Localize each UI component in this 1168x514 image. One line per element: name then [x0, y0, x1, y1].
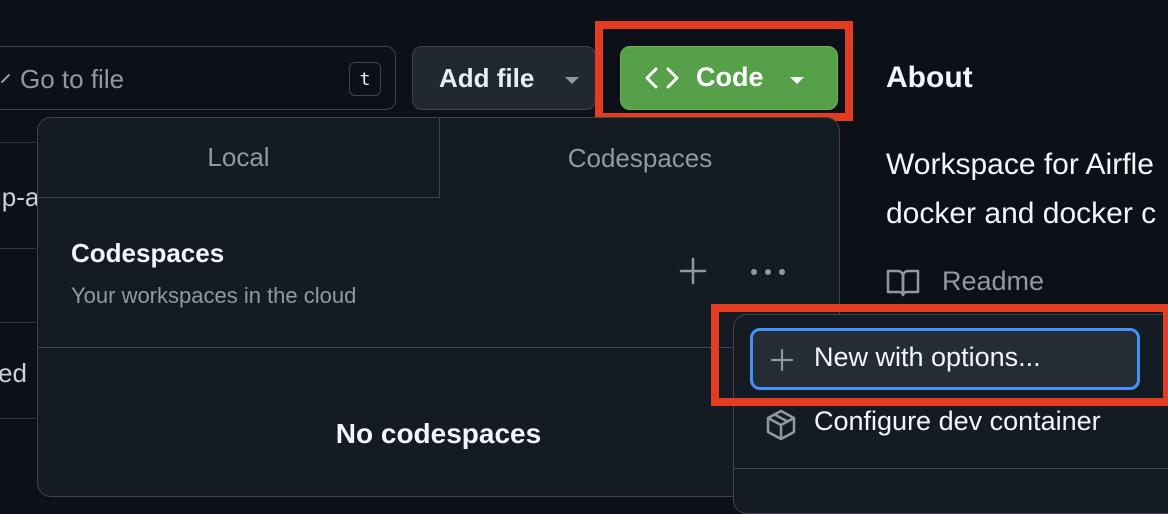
background-divider [0, 418, 36, 419]
background-divider [0, 322, 36, 323]
empty-state-title: No codespaces [335, 418, 542, 449]
add-file-label: Add file [439, 62, 535, 93]
codespaces-section-title: Codespaces [71, 238, 225, 268]
readme-link[interactable]: Readme [942, 266, 1044, 297]
menu-divider [734, 468, 1168, 469]
background-divider [0, 142, 36, 143]
about-description: Workspace for Airfle docker and docker c [886, 148, 1157, 230]
background-divider [0, 248, 36, 249]
chevron-down-icon [565, 77, 579, 84]
branch-fragment-text: ip-a [0, 182, 40, 212]
keyboard-shortcut-hint: t [349, 62, 381, 96]
about-heading: About [886, 61, 973, 94]
status-fragment-text: ed [0, 358, 27, 388]
book-icon [886, 269, 920, 297]
more-options-icon[interactable] [748, 266, 788, 278]
tab-local[interactable]: Local [38, 118, 440, 198]
configure-dev-container-menu-item[interactable]: Configure dev container [814, 406, 1101, 437]
codespaces-section-subtitle: Your workspaces in the cloud [71, 283, 357, 308]
container-icon [766, 409, 796, 441]
create-codespace-plus-icon[interactable] [678, 256, 708, 286]
add-file-button[interactable]: Add file [412, 46, 596, 110]
go-to-file-placeholder: Go to file [20, 64, 125, 94]
search-icon [1, 74, 10, 83]
new-with-options-highlight [711, 304, 1168, 406]
code-button-highlight [595, 21, 853, 121]
tab-codespaces[interactable]: Codespaces [440, 118, 839, 198]
